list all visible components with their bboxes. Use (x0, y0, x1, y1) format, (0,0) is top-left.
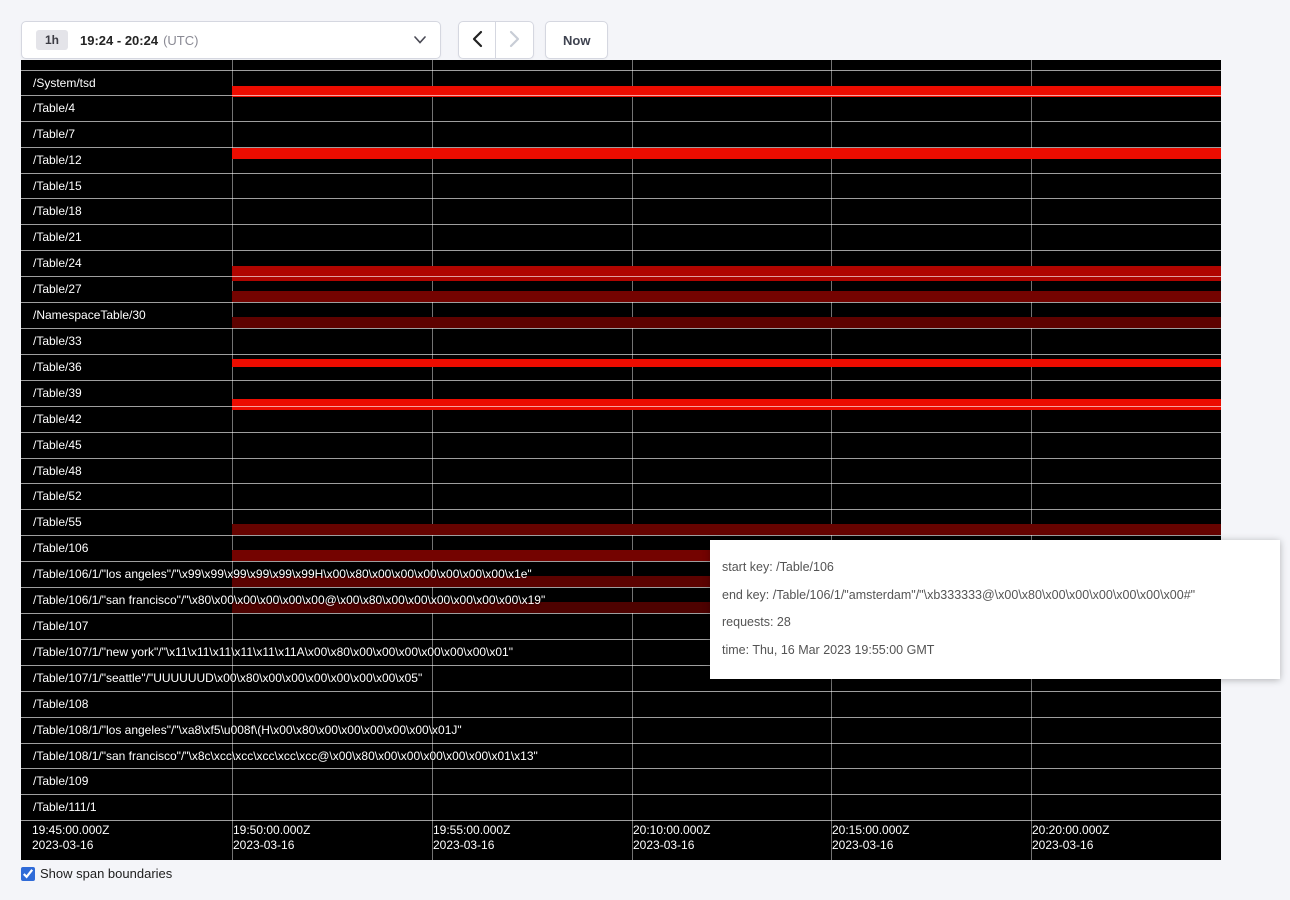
span-label: /Table/4 (33, 102, 75, 115)
time-axis-label: 20:15:00.000Z2023-03-16 (832, 823, 909, 853)
span-label: /Table/109 (33, 775, 88, 788)
span-label: /Table/33 (33, 335, 82, 348)
span-boundary-line (21, 276, 1221, 277)
tooltip-end-key: end key: /Table/106/1/"amsterdam"/"\xb33… (722, 588, 1268, 604)
span-boundary-line (21, 302, 1221, 303)
span-label: /Table/24 (33, 257, 82, 270)
span-boundary-line (21, 147, 1221, 148)
span-label: /Table/45 (33, 439, 82, 452)
previous-interval-button[interactable] (458, 21, 496, 59)
chevron-left-icon (472, 30, 483, 51)
span-label: /Table/48 (33, 465, 82, 478)
heat-band (232, 266, 1221, 281)
span-boundary-line (21, 509, 1221, 510)
span-boundary-line (21, 717, 1221, 718)
span-label: /NamespaceTable/30 (33, 309, 146, 322)
chevron-right-icon (509, 30, 520, 51)
key-visualizer-page: { "toolbar": { "duration_badge": "1h", "… (0, 0, 1290, 900)
tooltip-requests: requests: 28 (722, 615, 1268, 631)
span-boundary-line (21, 328, 1221, 329)
span-tooltip: start key: /Table/106 end key: /Table/10… (710, 540, 1280, 679)
span-boundary-line (21, 432, 1221, 433)
span-label: /Table/18 (33, 205, 82, 218)
span-label: /Table/15 (33, 180, 82, 193)
span-label: /Table/52 (33, 490, 82, 503)
heat-band (232, 291, 1221, 302)
time-gridline (432, 60, 433, 860)
span-boundary-line (21, 198, 1221, 199)
heat-band (232, 399, 1221, 410)
span-boundary-line (21, 768, 1221, 769)
time-axis-label: 20:10:00.000Z2023-03-16 (633, 823, 710, 853)
duration-badge: 1h (36, 30, 68, 50)
time-axis-label: 20:20:00.000Z2023-03-16 (1032, 823, 1109, 853)
span-label: /Table/108 (33, 698, 88, 711)
show-span-boundaries-control: Show span boundaries (21, 866, 172, 881)
span-boundary-line (21, 535, 1221, 536)
heat-band (232, 524, 1221, 535)
time-gridline (831, 60, 832, 860)
span-boundary-line (21, 224, 1221, 225)
next-interval-button[interactable] (496, 21, 534, 59)
span-boundary-line (21, 121, 1221, 122)
span-label: /Table/39 (33, 387, 82, 400)
tooltip-time: time: Thu, 16 Mar 2023 19:55:00 GMT (722, 643, 1268, 659)
span-boundary-line (21, 250, 1221, 251)
span-boundary-line (21, 691, 1221, 692)
span-label: /Table/27 (33, 283, 82, 296)
show-span-boundaries-label: Show span boundaries (40, 866, 172, 881)
span-boundary-line (21, 794, 1221, 795)
span-label: /System/tsd (33, 77, 96, 90)
heat-band (232, 359, 1221, 367)
span-label: /Table/108/1/"san francisco"/"\x8c\xcc\x… (33, 750, 538, 763)
time-step-buttons (458, 21, 534, 59)
now-button[interactable]: Now (545, 21, 608, 59)
span-boundary-line (21, 380, 1221, 381)
timezone-label: (UTC) (163, 33, 198, 48)
span-label: /Table/107/1/"new york"/"\x11\x11\x11\x1… (33, 646, 513, 659)
span-label: /Table/107/1/"seattle"/"UUUUUUD\x00\x80\… (33, 672, 422, 685)
span-boundary-line (21, 820, 1221, 821)
span-boundary-line (21, 70, 1221, 71)
span-boundary-line (21, 743, 1221, 744)
span-boundary-line (21, 173, 1221, 174)
span-label: /Table/111/1 (33, 801, 97, 814)
span-label: /Table/21 (33, 231, 82, 244)
span-boundary-line (21, 458, 1221, 459)
time-gridline (1031, 60, 1032, 860)
span-boundary-line (21, 354, 1221, 355)
span-label: /Table/107 (33, 620, 88, 633)
span-label: /Table/106 (33, 542, 88, 555)
span-label: /Table/108/1/"los angeles"/"\xa8\xf5\u00… (33, 724, 462, 737)
heat-band (232, 317, 1221, 328)
span-label: /Table/106/1/"los angeles"/"\x99\x99\x99… (33, 568, 532, 581)
heat-band (232, 148, 1221, 159)
span-boundary-line (21, 483, 1221, 484)
time-range-selector[interactable]: 1h 19:24 - 20:24 (UTC) (21, 21, 441, 59)
span-label: /Table/106/1/"san francisco"/"\x80\x00\x… (33, 594, 545, 607)
time-gridline (632, 60, 633, 860)
time-axis-label: 19:45:00.000Z2023-03-16 (32, 823, 109, 853)
show-span-boundaries-checkbox[interactable] (21, 867, 35, 881)
span-label: /Table/7 (33, 128, 75, 141)
span-label: /Table/12 (33, 154, 82, 167)
span-boundary-line (21, 95, 1221, 96)
time-axis-label: 19:55:00.000Z2023-03-16 (433, 823, 510, 853)
time-range-label: 19:24 - 20:24 (80, 33, 158, 48)
span-label: /Table/55 (33, 516, 82, 529)
tooltip-start-key: start key: /Table/106 (722, 560, 1268, 576)
chevron-down-icon (414, 36, 426, 44)
time-controls-toolbar: 1h 19:24 - 20:24 (UTC) Now (0, 0, 1290, 60)
keyvis-canvas[interactable]: /System/tsd/Table/4/Table/7/Table/12/Tab… (21, 60, 1221, 860)
span-label: /Table/36 (33, 361, 82, 374)
span-label: /Table/42 (33, 413, 82, 426)
span-boundary-line (21, 406, 1221, 407)
time-gridline (232, 60, 233, 860)
time-axis-label: 19:50:00.000Z2023-03-16 (233, 823, 310, 853)
